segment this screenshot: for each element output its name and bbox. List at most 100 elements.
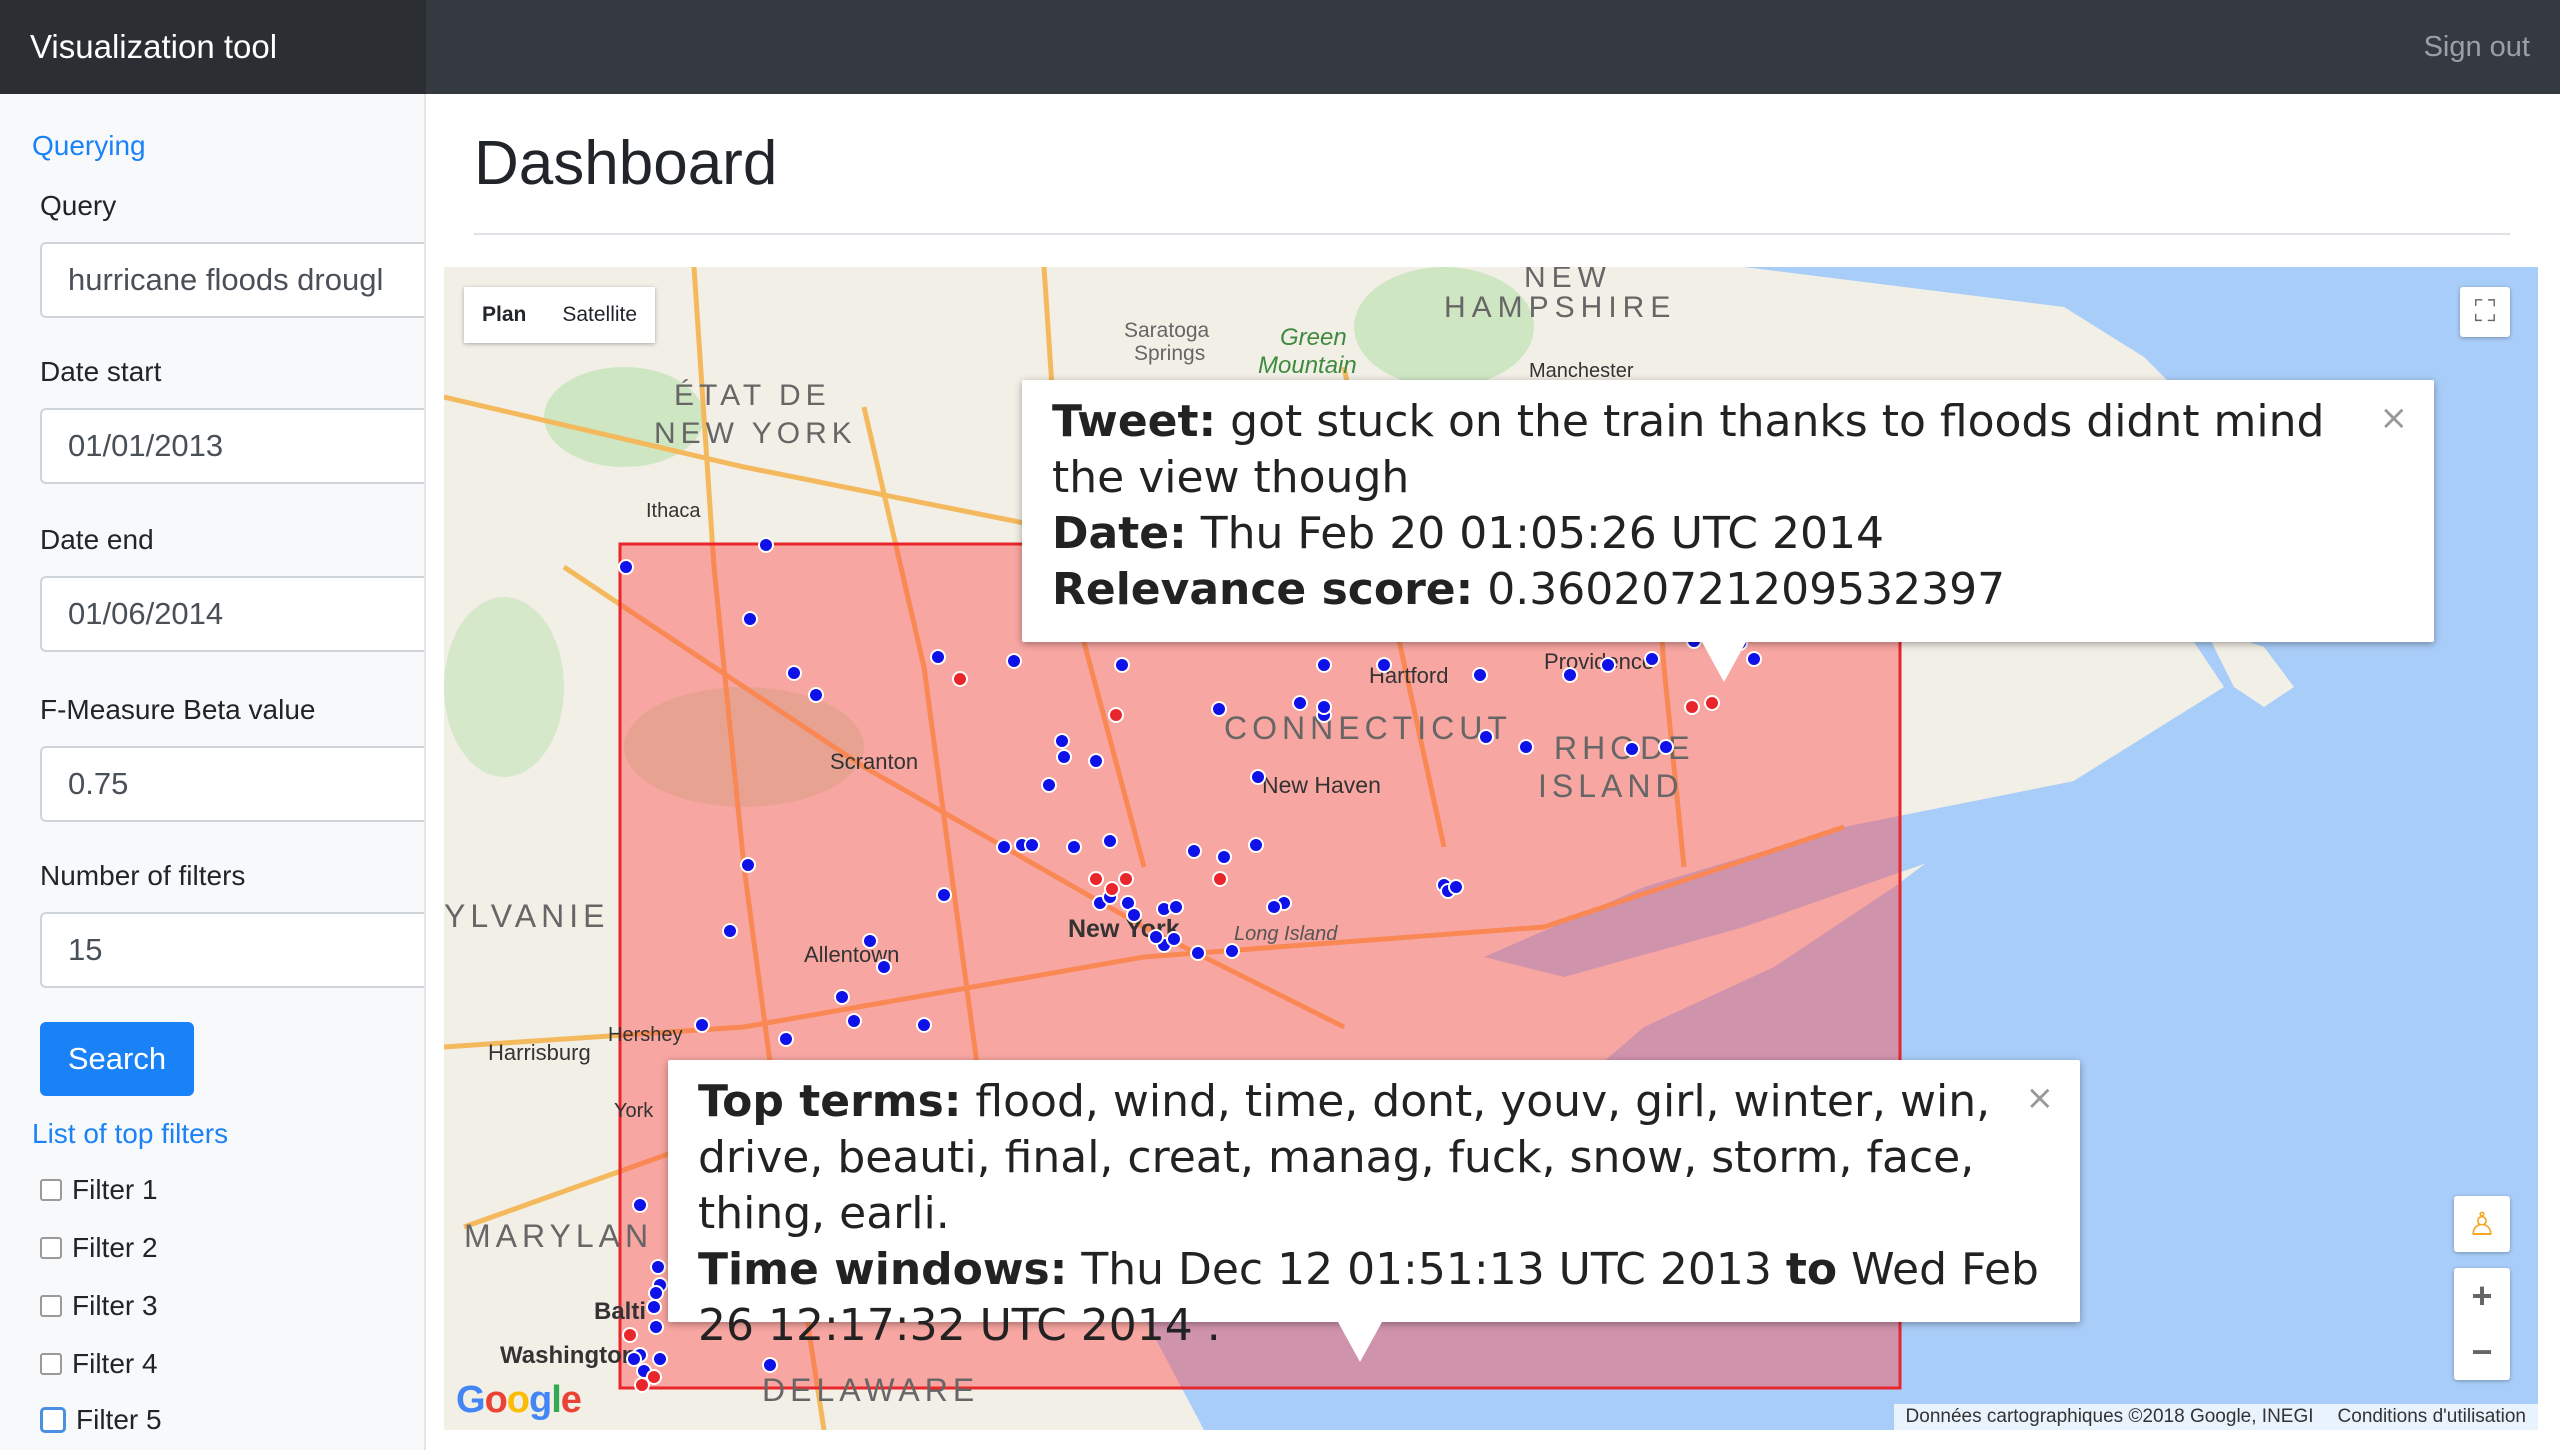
- tweet-marker[interactable]: [1212, 871, 1228, 887]
- close-icon[interactable]: ×: [2380, 390, 2409, 446]
- tweet-marker[interactable]: [632, 1197, 648, 1213]
- tweet-marker[interactable]: [1478, 729, 1494, 745]
- tweet-marker[interactable]: [1600, 657, 1616, 673]
- tweet-marker[interactable]: [936, 887, 952, 903]
- tweet-marker[interactable]: [1126, 907, 1142, 923]
- filter-item[interactable]: Filter 5: [40, 1404, 162, 1436]
- query-input[interactable]: hurricane floods drougl: [40, 242, 424, 318]
- tweet-marker[interactable]: [1224, 943, 1240, 959]
- tweet-marker[interactable]: [1118, 871, 1134, 887]
- tweet-marker[interactable]: [1088, 871, 1104, 887]
- tweet-marker[interactable]: [1624, 741, 1640, 757]
- tweet-marker[interactable]: [778, 1031, 794, 1047]
- tweet-marker[interactable]: [1684, 699, 1700, 715]
- date-end-input[interactable]: 01/06/2014: [40, 576, 424, 652]
- tweet-marker[interactable]: [694, 1017, 710, 1033]
- tweet-marker[interactable]: [722, 923, 738, 939]
- zoom-in-button[interactable]: +: [2471, 1268, 2492, 1324]
- tweet-marker[interactable]: [1316, 699, 1332, 715]
- tweet-marker[interactable]: [996, 839, 1012, 855]
- search-button[interactable]: Search: [40, 1022, 194, 1096]
- tweet-marker[interactable]: [758, 537, 774, 553]
- tweet-marker[interactable]: [622, 1327, 638, 1343]
- sign-out-link[interactable]: Sign out: [2424, 0, 2530, 94]
- tweet-marker[interactable]: [1746, 651, 1762, 667]
- tweet-marker[interactable]: [646, 1299, 662, 1315]
- filter-item[interactable]: Filter 3: [40, 1290, 158, 1322]
- tweet-marker[interactable]: [648, 1285, 664, 1301]
- filters-count-input[interactable]: 15: [40, 912, 424, 988]
- tweet-marker[interactable]: [862, 933, 878, 949]
- tweet-marker[interactable]: [1102, 833, 1118, 849]
- tweet-marker[interactable]: [626, 1351, 642, 1367]
- tweet-marker[interactable]: [876, 959, 892, 975]
- tweet-marker[interactable]: [808, 687, 824, 703]
- tweet-marker[interactable]: [1054, 733, 1070, 749]
- tweet-marker[interactable]: [618, 559, 634, 575]
- tweet-marker[interactable]: [1148, 929, 1164, 945]
- tweet-marker[interactable]: [740, 857, 756, 873]
- tweet-marker[interactable]: [742, 611, 758, 627]
- tweet-marker[interactable]: [1644, 651, 1660, 667]
- tweet-marker[interactable]: [1211, 701, 1227, 717]
- zoom-out-button[interactable]: −: [2471, 1324, 2492, 1380]
- tweet-marker[interactable]: [1658, 739, 1674, 755]
- tweet-marker[interactable]: [1066, 839, 1082, 855]
- close-icon[interactable]: ×: [2026, 1070, 2055, 1126]
- tweet-marker[interactable]: [846, 1013, 862, 1029]
- tweet-marker[interactable]: [930, 649, 946, 665]
- tweet-marker[interactable]: [1292, 695, 1308, 711]
- street-view-button[interactable]: ♙: [2454, 1196, 2510, 1252]
- filter-checkbox[interactable]: [40, 1353, 62, 1375]
- tweet-marker[interactable]: [1266, 899, 1282, 915]
- tweet-marker[interactable]: [1216, 849, 1232, 865]
- tweet-marker[interactable]: [1166, 931, 1182, 947]
- tweet-marker[interactable]: [1704, 695, 1720, 711]
- tweet-marker[interactable]: [1518, 739, 1534, 755]
- tweet-marker[interactable]: [1041, 777, 1057, 793]
- tweet-marker[interactable]: [1114, 657, 1130, 673]
- zoom-control: + −: [2454, 1268, 2510, 1380]
- tweet-marker[interactable]: [1024, 837, 1040, 853]
- tweet-marker[interactable]: [952, 671, 968, 687]
- querying-heading[interactable]: Querying: [32, 130, 146, 162]
- map-type-satellite[interactable]: Satellite: [544, 287, 655, 343]
- tweet-marker[interactable]: [1108, 707, 1124, 723]
- filter-item[interactable]: Filter 4: [40, 1348, 158, 1380]
- tweet-marker[interactable]: [1006, 653, 1022, 669]
- tweet-marker[interactable]: [1562, 667, 1578, 683]
- tweet-marker[interactable]: [1248, 837, 1264, 853]
- tweet-marker[interactable]: [1168, 899, 1184, 915]
- tweet-marker[interactable]: [634, 1377, 650, 1393]
- top-filters-heading[interactable]: List of top filters: [32, 1118, 228, 1150]
- tweet-marker[interactable]: [1056, 749, 1072, 765]
- tweet-marker[interactable]: [1104, 881, 1120, 897]
- map-type-plan[interactable]: Plan: [464, 287, 544, 343]
- terms-link[interactable]: Conditions d'utilisation: [2338, 1406, 2526, 1428]
- tweet-marker[interactable]: [1448, 879, 1464, 895]
- filter-item[interactable]: Filter 1: [40, 1174, 158, 1206]
- tweet-marker[interactable]: [834, 989, 850, 1005]
- tweet-marker[interactable]: [1186, 843, 1202, 859]
- filter-checkbox[interactable]: [40, 1295, 62, 1317]
- date-start-input[interactable]: 01/01/2013: [40, 408, 424, 484]
- tweet-marker[interactable]: [1316, 657, 1332, 673]
- tweet-marker[interactable]: [1190, 945, 1206, 961]
- tweet-marker[interactable]: [1088, 753, 1104, 769]
- tweet-marker[interactable]: [648, 1319, 664, 1335]
- app-title[interactable]: Visualization tool: [0, 0, 426, 94]
- filter-item[interactable]: Filter 2: [40, 1232, 158, 1264]
- filter-checkbox[interactable]: [40, 1407, 66, 1433]
- fullscreen-button[interactable]: ⛶: [2460, 287, 2510, 337]
- tweet-marker[interactable]: [650, 1259, 666, 1275]
- tweet-marker[interactable]: [1250, 769, 1266, 785]
- tweet-marker[interactable]: [652, 1351, 668, 1367]
- tweet-marker[interactable]: [1376, 657, 1392, 673]
- tweet-marker[interactable]: [762, 1357, 778, 1373]
- tweet-marker[interactable]: [786, 665, 802, 681]
- filter-checkbox[interactable]: [40, 1237, 62, 1259]
- filter-checkbox[interactable]: [40, 1179, 62, 1201]
- tweet-marker[interactable]: [916, 1017, 932, 1033]
- tweet-marker[interactable]: [1472, 667, 1488, 683]
- beta-input[interactable]: 0.75: [40, 746, 424, 822]
